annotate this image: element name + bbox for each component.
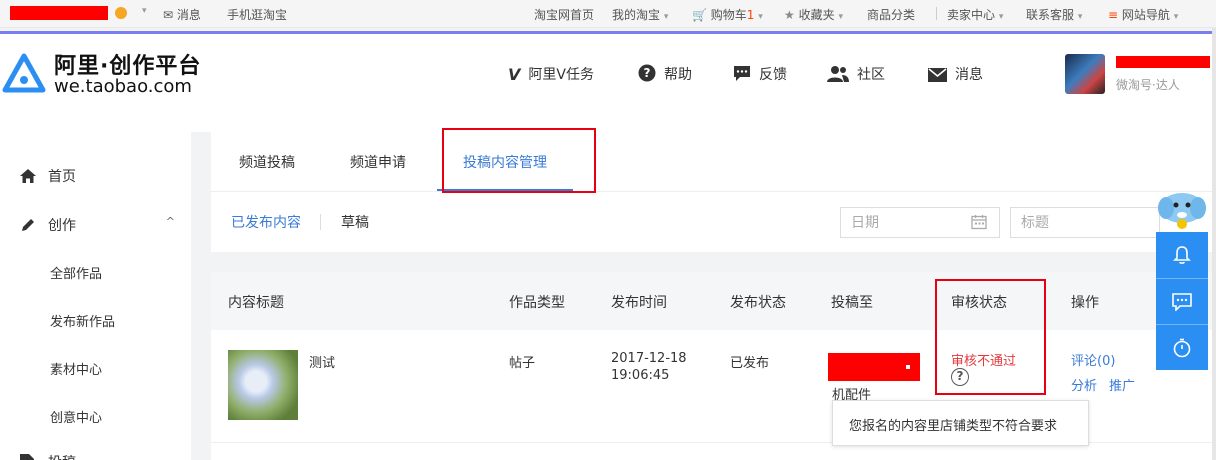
envelope-icon bbox=[928, 68, 947, 82]
topbar-messages-link[interactable]: ✉ 消息 bbox=[163, 6, 201, 23]
chat-button[interactable] bbox=[1156, 278, 1208, 324]
column-header-time: 发布时间 bbox=[611, 295, 667, 311]
mail-icon: ✉ bbox=[163, 8, 174, 22]
topbar-cart-link[interactable]: 🛒 购物车1 ▾ bbox=[692, 6, 763, 23]
content-type: 帖子 bbox=[509, 356, 536, 371]
sidebar-item-materials[interactable]: 素材中心 bbox=[50, 359, 102, 378]
site-topbar: ▾ ✉ 消息 手机逛淘宝 淘宝网首页 我的淘宝 ▾ 🛒 购物车1 ▾ ★ 收藏夹… bbox=[0, 0, 1216, 28]
chevron-down-icon: ▾ bbox=[758, 12, 763, 22]
column-header-actions: 操作 bbox=[1071, 295, 1099, 311]
floating-toolbar bbox=[1156, 232, 1208, 370]
nav-community[interactable]: 社区 bbox=[827, 64, 885, 84]
logo-url: we.taobao.com bbox=[54, 76, 192, 97]
avatar[interactable] bbox=[1065, 54, 1105, 94]
topbar-seller-center-link[interactable]: 卖家中心 ▾ bbox=[947, 6, 1003, 23]
review-reason-tooltip: 您报名的内容里店铺类型不符合要求 bbox=[832, 400, 1089, 446]
column-header-target: 投稿至 bbox=[831, 295, 873, 311]
chat-bubble-icon bbox=[1172, 292, 1192, 311]
topbar-mobile-link[interactable]: 手机逛淘宝 bbox=[227, 6, 287, 23]
cart-icon: 🛒 bbox=[692, 8, 707, 22]
tab-channel-submit[interactable]: 频道投稿 bbox=[239, 152, 295, 172]
title-search-input[interactable] bbox=[1010, 207, 1160, 238]
cart-count: 1 bbox=[746, 8, 755, 22]
subtab-published[interactable]: 已发布内容 bbox=[231, 212, 301, 232]
platform-header: 阿里·创作平台 we.taobao.com V 阿里V任务 ? 帮助 反馈 社区 消… bbox=[0, 34, 1212, 132]
topbar-taobao-home-link[interactable]: 淘宝网首页 bbox=[534, 6, 594, 23]
divider bbox=[936, 7, 937, 20]
home-icon bbox=[20, 169, 36, 183]
topbar-favorites-link[interactable]: ★ 收藏夹 ▾ bbox=[784, 6, 843, 23]
pencil-icon bbox=[22, 219, 34, 231]
menu-icon: ≡ bbox=[1108, 8, 1119, 22]
sidebar: 首页 创作 ^ 全部作品 发布新作品 素材中心 创意中心 投稿 bbox=[0, 132, 191, 460]
topbar-site-nav-link[interactable]: ≡ 网站导航 ▾ bbox=[1108, 6, 1178, 23]
comments-link[interactable]: 评论(0) bbox=[1071, 350, 1115, 369]
chevron-down-icon: ▾ bbox=[1173, 12, 1179, 22]
mascot-icon[interactable] bbox=[1156, 190, 1208, 232]
chevron-down-icon[interactable]: ▾ bbox=[142, 6, 147, 16]
scrollbar[interactable] bbox=[1212, 28, 1216, 460]
annotation-box-tab bbox=[442, 128, 596, 193]
nav-feedback[interactable]: 反馈 bbox=[733, 64, 787, 84]
nav-help[interactable]: ? 帮助 bbox=[638, 64, 692, 84]
chevron-down-icon: ▾ bbox=[998, 12, 1004, 22]
stopwatch-icon bbox=[1173, 338, 1191, 357]
column-header-status: 发布状态 bbox=[730, 295, 786, 311]
notifications-button[interactable] bbox=[1156, 232, 1208, 278]
content-thumbnail[interactable] bbox=[228, 350, 298, 420]
table-header: 内容标题 作品类型 发布时间 发布状态 投稿至 审核状态 操作 bbox=[211, 272, 1212, 330]
user-role: 微淘号·达人 bbox=[1116, 78, 1180, 92]
content-title[interactable]: 测试 bbox=[309, 352, 335, 371]
vip-badge-icon bbox=[115, 7, 127, 19]
topbar-categories-link[interactable]: 商品分类 bbox=[867, 6, 915, 23]
timer-button[interactable] bbox=[1156, 324, 1208, 370]
bell-icon bbox=[1173, 246, 1191, 264]
annotation-box-review bbox=[935, 279, 1046, 395]
publish-date: 2017-12-18 bbox=[611, 351, 687, 366]
subtab-drafts[interactable]: 草稿 bbox=[341, 212, 369, 232]
analyze-link[interactable]: 分析 bbox=[1071, 375, 1097, 394]
sidebar-item-publish-new[interactable]: 发布新作品 bbox=[50, 311, 115, 330]
publish-status: 已发布 bbox=[730, 356, 770, 371]
chat-icon bbox=[734, 66, 750, 81]
promote-link[interactable]: 推广 bbox=[1109, 375, 1135, 394]
star-icon: ★ bbox=[784, 8, 795, 22]
nav-v-tasks[interactable]: V 阿里V任务 bbox=[508, 64, 594, 84]
chevron-down-icon: ▾ bbox=[663, 12, 669, 22]
column-header-type: 作品类型 bbox=[509, 295, 565, 311]
chevron-down-icon: ▾ bbox=[838, 12, 843, 22]
sidebar-item-submit[interactable]: 投稿 bbox=[20, 452, 76, 460]
chevron-down-icon: ▾ bbox=[1077, 12, 1083, 22]
nav-messages[interactable]: 消息 bbox=[928, 64, 983, 84]
users-icon bbox=[827, 66, 849, 82]
redacted-user-name bbox=[1116, 56, 1210, 68]
tab-channel-apply[interactable]: 频道申请 bbox=[350, 152, 406, 172]
help-icon: ? bbox=[638, 64, 656, 82]
divider bbox=[211, 191, 1212, 192]
topbar-my-taobao-link[interactable]: 我的淘宝 ▾ bbox=[612, 6, 668, 23]
publish-time: 19:06:45 bbox=[611, 368, 670, 383]
chevron-up-icon: ^ bbox=[165, 215, 175, 228]
sidebar-item-all-works[interactable]: 全部作品 bbox=[50, 263, 102, 282]
platform-logo-icon[interactable] bbox=[2, 52, 46, 96]
svg-text:?: ? bbox=[644, 66, 651, 80]
column-header-title: 内容标题 bbox=[228, 295, 284, 311]
divider bbox=[320, 214, 321, 230]
v-badge-icon: V bbox=[508, 65, 521, 84]
calendar-icon[interactable] bbox=[971, 214, 987, 230]
document-icon bbox=[20, 454, 34, 460]
redacted-username bbox=[10, 6, 108, 20]
sidebar-item-create[interactable]: 创作 ^ bbox=[20, 215, 175, 235]
sidebar-item-ideas[interactable]: 创意中心 bbox=[50, 407, 102, 426]
sidebar-item-home[interactable]: 首页 bbox=[20, 166, 76, 186]
tabs-panel: 频道投稿 频道申请 投稿内容管理 已发布内容 草稿 bbox=[211, 132, 1212, 252]
topbar-service-link[interactable]: 联系客服 ▾ bbox=[1026, 6, 1082, 23]
redacted-channel-name bbox=[828, 353, 920, 381]
